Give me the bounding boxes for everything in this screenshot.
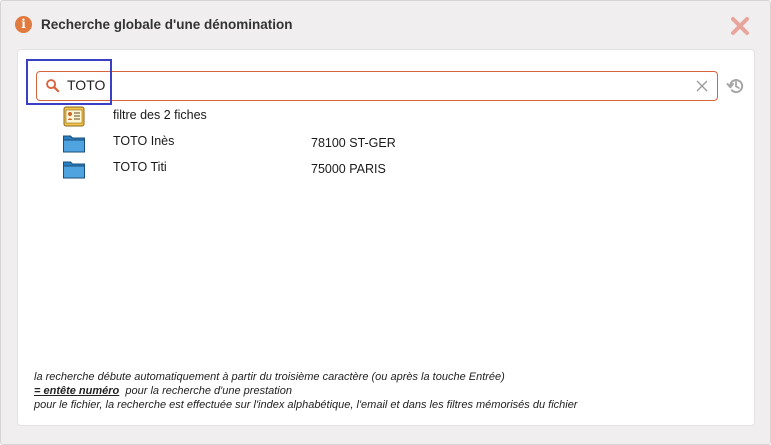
help-line-2-rest: pour la recherche d'une prestation [119, 385, 292, 397]
result-name: TOTO Titi [113, 160, 167, 174]
close-x-icon [731, 17, 749, 35]
help-line-3: pour le fichier, la recherche est effect… [34, 399, 578, 411]
result-name: TOTO Inès [113, 134, 175, 148]
title-bar: i Recherche globale d'une dénomination [1, 1, 770, 47]
help-line-2-strong: = entête numéro [34, 385, 120, 397]
help-text: la recherche débute automatiquement à pa… [34, 370, 744, 412]
folder-icon [63, 161, 85, 179]
result-city: 75000 PARIS [311, 162, 386, 176]
help-line-2: = entête numéro pour la recherche d'une … [34, 384, 744, 398]
result-city: 78100 ST-GER [311, 136, 396, 150]
folder-icon [63, 135, 85, 153]
search-box[interactable] [36, 71, 718, 101]
history-icon[interactable] [726, 76, 746, 96]
result-row-toto-ines[interactable]: TOTO Inès 78100 ST-GER [58, 130, 738, 154]
search-panel: filtre des 2 fiches TOTO Inès 78100 ST-G… [17, 49, 755, 426]
magnifier-icon [46, 79, 60, 93]
result-name: filtre des 2 fiches [113, 108, 207, 122]
clear-x-icon[interactable] [694, 78, 710, 94]
info-icon: i [15, 16, 32, 33]
card-file-icon [63, 106, 85, 127]
result-row-filter[interactable]: filtre des 2 fiches [58, 104, 738, 128]
close-button[interactable] [728, 14, 752, 38]
dialog-title: Recherche globale d'une dénomination [41, 17, 293, 32]
search-dialog: i Recherche globale d'une dénomination T… [0, 0, 771, 445]
search-input[interactable] [67, 75, 687, 95]
result-row-toto-titi[interactable]: TOTO Titi 75000 PARIS [58, 156, 738, 180]
help-line-1: la recherche débute automatiquement à pa… [34, 371, 505, 383]
